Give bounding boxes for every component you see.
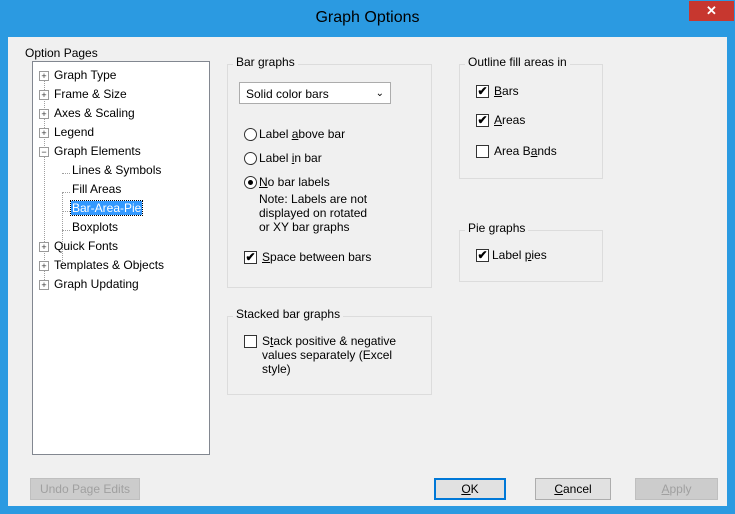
expand-icon[interactable]: + bbox=[39, 261, 49, 271]
label-above-bar-radio[interactable] bbox=[244, 128, 257, 141]
space-between-bars-checkbox[interactable]: ✔ bbox=[244, 251, 257, 264]
tree-item-lines-symbols[interactable]: Lines & Symbols bbox=[72, 161, 161, 180]
expand-icon[interactable]: + bbox=[39, 71, 49, 81]
bar-note-line-1: Note: Labels are not bbox=[259, 192, 368, 206]
bar-fill-select[interactable]: Solid color bars ⌄ bbox=[239, 82, 391, 104]
dialog-body: Option Pages + Graph Type + Frame & Size… bbox=[8, 37, 727, 506]
expand-icon[interactable]: + bbox=[39, 280, 49, 290]
expand-icon[interactable]: + bbox=[39, 242, 49, 252]
tree-item-bar-area-pie[interactable]: Bar-Area-Pie bbox=[69, 199, 144, 218]
tree-item-label: Templates & Objects bbox=[54, 258, 165, 272]
apply-button[interactable]: Apply bbox=[635, 478, 718, 500]
stacked-bar-graphs-label: Stacked bar graphs bbox=[233, 307, 344, 321]
tree-item-label: Graph Elements bbox=[54, 144, 141, 158]
undo-page-edits-button[interactable]: Undo Page Edits bbox=[30, 478, 140, 500]
stack-separately-line-2: values separately (Excel bbox=[262, 348, 393, 362]
check-icon: ✔ bbox=[477, 84, 488, 98]
tree-item-label: Quick Fonts bbox=[54, 239, 119, 253]
space-between-bars-label[interactable]: Space between bars bbox=[262, 250, 371, 264]
tree-item-label: Frame & Size bbox=[54, 87, 127, 101]
tree-item-label: Graph Type bbox=[54, 68, 117, 82]
label-in-bar-radio[interactable] bbox=[244, 152, 257, 165]
cancel-button[interactable]: Cancel bbox=[535, 478, 611, 500]
title-bar: Graph Options ✕ bbox=[1, 1, 734, 37]
option-pages-label: Option Pages bbox=[25, 46, 98, 60]
bar-note-line-2: displayed on rotated bbox=[259, 206, 368, 220]
outline-area-bands-checkbox[interactable] bbox=[476, 145, 489, 158]
tree-item-label: Lines & Symbols bbox=[72, 163, 162, 177]
collapse-icon[interactable]: − bbox=[39, 147, 49, 157]
label-pies-checkbox[interactable]: ✔ bbox=[476, 249, 489, 262]
label-pies-label[interactable]: Label pies bbox=[492, 248, 547, 262]
check-icon: ✔ bbox=[477, 248, 488, 262]
bar-note-line-3: or XY bar graphs bbox=[259, 220, 350, 234]
tree-item-fill-areas[interactable]: Fill Areas bbox=[72, 180, 121, 199]
option-pages-tree[interactable]: + Graph Type + Frame & Size + Axes & Sca… bbox=[32, 61, 210, 455]
no-bar-labels-radio[interactable] bbox=[244, 176, 257, 189]
ok-button[interactable]: OK bbox=[434, 478, 506, 500]
label-in-bar-label[interactable]: Label in bar bbox=[259, 151, 322, 165]
outline-bars-label[interactable]: Bars bbox=[494, 84, 519, 98]
tree-item-label: Boxplots bbox=[72, 220, 119, 234]
close-icon: ✕ bbox=[706, 3, 717, 18]
expand-icon[interactable]: + bbox=[39, 109, 49, 119]
expand-icon[interactable]: + bbox=[39, 128, 49, 138]
stack-separately-line-3: style) bbox=[262, 362, 291, 376]
window-title: Graph Options bbox=[315, 9, 420, 26]
bar-graphs-label: Bar graphs bbox=[233, 55, 298, 69]
tree-item-label: Axes & Scaling bbox=[54, 106, 135, 120]
tree-item-label: Fill Areas bbox=[72, 182, 122, 196]
label-above-bar-label[interactable]: Label above bar bbox=[259, 127, 345, 141]
outline-area-bands-label[interactable]: Area Bands bbox=[494, 144, 557, 158]
check-icon: ✔ bbox=[245, 250, 256, 264]
pie-graphs-label: Pie graphs bbox=[465, 221, 529, 235]
graph-options-window: Graph Options ✕ Option Pages + Graph Typ… bbox=[0, 0, 735, 514]
expand-icon[interactable]: + bbox=[39, 90, 49, 100]
stack-separately-label[interactable]: Stack positive & negative bbox=[262, 334, 396, 348]
stack-separately-checkbox[interactable] bbox=[244, 335, 257, 348]
tree-item-label: Graph Updating bbox=[54, 277, 139, 291]
tree-item-label: Legend bbox=[54, 125, 95, 139]
bar-fill-select-value: Solid color bars bbox=[246, 87, 329, 101]
outline-bars-checkbox[interactable]: ✔ bbox=[476, 85, 489, 98]
chevron-down-icon: ⌄ bbox=[375, 88, 384, 99]
check-icon: ✔ bbox=[477, 113, 488, 127]
no-bar-labels-label[interactable]: No bar labels bbox=[259, 175, 330, 189]
tree-item-label-selected: Bar-Area-Pie bbox=[69, 200, 144, 216]
close-button[interactable]: ✕ bbox=[689, 1, 734, 21]
outline-areas-checkbox[interactable]: ✔ bbox=[476, 114, 489, 127]
outline-areas-label[interactable]: Areas bbox=[494, 113, 525, 127]
outline-fill-areas-label: Outline fill areas in bbox=[465, 55, 570, 69]
tree-item-boxplots[interactable]: Boxplots bbox=[72, 218, 118, 237]
